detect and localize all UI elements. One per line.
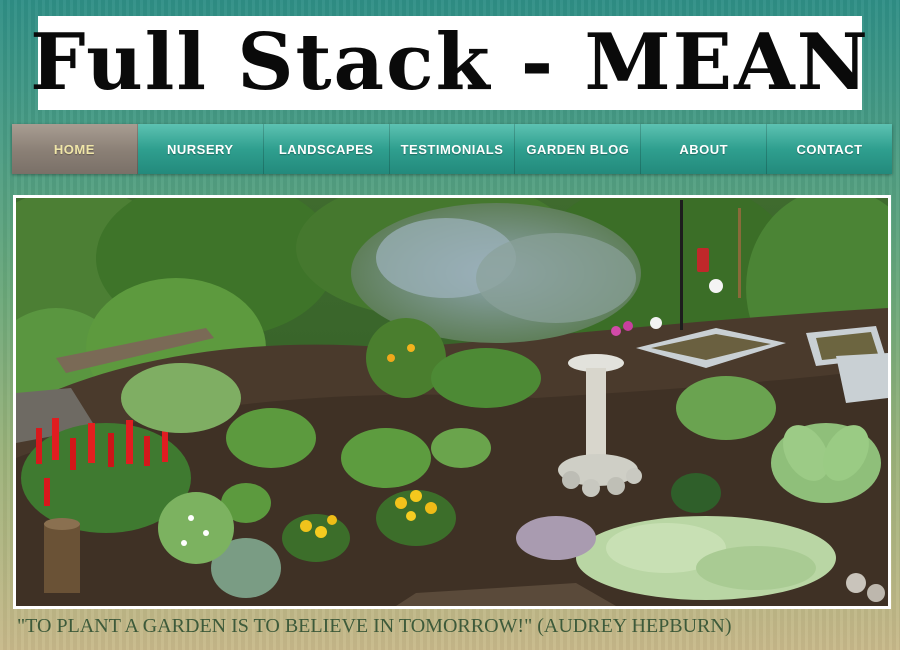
garden-quote: "TO PLANT A GARDEN IS TO BELIEVE IN TOMO… bbox=[17, 615, 732, 637]
logo-text: Full Stack - MEAN bbox=[30, 17, 870, 108]
nav-item-testimonials[interactable]: TESTIMONIALS bbox=[389, 124, 516, 174]
bird-feeder bbox=[697, 248, 709, 272]
nav-item-landscapes[interactable]: LANDSCAPES bbox=[263, 124, 390, 174]
nav-item-home[interactable]: HOME bbox=[12, 124, 138, 174]
nav-item-about[interactable]: ABOUT bbox=[641, 124, 768, 174]
nav-item-contact[interactable]: CONTACT bbox=[767, 124, 893, 174]
garden-photo bbox=[16, 198, 888, 606]
hero-image-frame bbox=[13, 195, 891, 609]
tree-stump bbox=[44, 523, 80, 593]
main-navigation: HOME NURSERY LANDSCAPES TESTIMONIALS GAR… bbox=[12, 124, 893, 174]
nav-item-nursery[interactable]: NURSERY bbox=[137, 124, 264, 174]
site-logo[interactable]: Full Stack - MEAN bbox=[30, 16, 868, 110]
nav-item-garden-blog[interactable]: GARDEN BLOG bbox=[515, 124, 642, 174]
